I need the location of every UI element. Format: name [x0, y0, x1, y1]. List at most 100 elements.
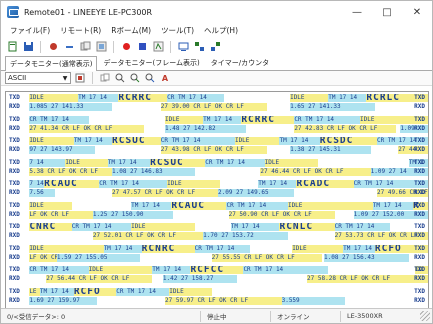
menu-remote[interactable]: リモート(R) — [55, 25, 106, 36]
minimize-button[interactable]: — — [342, 1, 372, 23]
toolbar-separator — [92, 72, 93, 84]
tx-data-segment: IDLE — [29, 137, 74, 145]
rx-data-segment: 27 43.98 CR LF OK CR LF — [160, 146, 267, 154]
tx-data-segment: IDLE — [264, 158, 318, 167]
tx-data-segment: TM 17 14 — [230, 223, 280, 231]
tab-strip: データモニター(通常表示) データモニター(フレーム表示) タイマー/カウンタ — [1, 55, 432, 71]
rx-data-segment: 3.559 — [281, 296, 346, 305]
tx-line-label: TXD — [9, 223, 20, 230]
connect-icon[interactable] — [46, 40, 60, 54]
maximize-button[interactable]: □ — [372, 1, 402, 23]
data-monitor-pane[interactable]: TXD IDLE TM 17 14 RCRRC CR TM 17 14 IDLE TM 17… — [5, 91, 429, 309]
status-state: 停止中 — [201, 310, 271, 322]
tx-data-segment: CR TM 17 14 — [116, 287, 170, 296]
menu-help[interactable]: ヘルプ(H) — [199, 25, 243, 36]
tx-data-segment: IDLE — [131, 223, 195, 231]
tx-data-segment: CR TM 17 14 — [29, 115, 89, 124]
remote-icon[interactable] — [192, 40, 206, 54]
tx-data-segment: RCRRC — [241, 115, 295, 124]
menu-mode[interactable]: Rボーム(M) — [106, 25, 156, 36]
new-file-icon[interactable] — [5, 40, 19, 54]
rx-line-label: RXD — [9, 103, 20, 110]
tx-data-segment: 7 14 — [29, 158, 66, 167]
rx-data-segment: 27 52.01 CR LF OK CR LF — [92, 232, 204, 240]
tx-line-label-right: TXD — [414, 137, 425, 144]
rx-line-label: RXD — [9, 167, 20, 175]
save-icon[interactable] — [21, 40, 35, 54]
record-icon[interactable] — [119, 40, 133, 54]
tx-data-segment: RCSUC — [112, 137, 161, 145]
tab-monitor-normal[interactable]: データモニター(通常表示) — [5, 56, 98, 71]
tx-data-segment: RCAUC — [44, 180, 100, 188]
rx-data-segment: 1.59 27 155.05 — [56, 253, 140, 262]
menu-file[interactable]: ファイル(F) — [5, 25, 55, 36]
tx-line-label: TXD — [9, 137, 20, 144]
search-prev-icon[interactable] — [144, 72, 156, 84]
rx-line-label: RXD — [9, 232, 20, 239]
settings-icon[interactable] — [94, 40, 108, 54]
chevron-down-icon: ▼ — [62, 74, 68, 82]
main-toolbar — [1, 38, 432, 55]
window-title: Remote01 - LINEEYE LE-PC300R — [24, 7, 153, 17]
tx-data-segment: LE — [29, 287, 40, 296]
tab-monitor-frame[interactable]: データモニター(フレーム表示) — [98, 55, 204, 70]
tx-data-segment: CR TM 17 14 — [29, 266, 89, 274]
tx-data-segment: CR TM 17 14 — [71, 223, 132, 231]
tx-line-label-right: TXD — [414, 201, 425, 209]
search-icon[interactable] — [114, 72, 126, 84]
tx-data-segment: IDLE — [29, 201, 72, 210]
rx-line-label: RXD — [9, 146, 20, 153]
tx-line-label: TXD — [9, 201, 20, 209]
status-connection: オンライン — [271, 310, 341, 322]
tx-data-segment: TM 17 14 — [372, 201, 414, 210]
rx-line-label: RXD — [9, 253, 20, 261]
monitor-icon[interactable] — [176, 40, 190, 54]
rx-line-label: RXD — [9, 275, 20, 282]
rx-data-segment: 27 39.00 CR LF OK CR LF — [160, 103, 267, 111]
tx-data-segment: TM 17 14 — [103, 244, 142, 253]
tx-data-segment: RCFCC — [190, 266, 244, 274]
rx-data-segment: 27 55.55 CR LF OK CR LF — [211, 253, 322, 262]
resize-grip-icon[interactable] — [420, 311, 430, 321]
rx-line-label-right: RXD — [414, 232, 425, 239]
disconnect-icon[interactable] — [62, 40, 76, 54]
monitor-toolbar: ASCII ▼ A — [1, 71, 432, 86]
tx-data-segment: RCNRC — [141, 244, 195, 253]
tx-line-label: TXD — [9, 266, 20, 273]
tx-data-segment: RCSDC — [319, 137, 377, 145]
copy-icon[interactable] — [78, 40, 92, 54]
display-settings-icon[interactable] — [74, 72, 86, 84]
encoding-select[interactable]: ASCII ▼ — [5, 72, 71, 84]
tx-data-segment: IDLE — [29, 244, 104, 253]
tab-timer-counter[interactable]: タイマー/カウンタ — [206, 55, 274, 70]
tx-data-segment: IDLE — [165, 115, 204, 124]
tx-data-segment: IDLE — [234, 137, 280, 145]
tx-data-segment: TM 17 14 — [279, 137, 320, 145]
tx-data-segment: CR TM 17 14 — [226, 201, 288, 210]
network-icon[interactable] — [208, 40, 222, 54]
stop-icon[interactable] — [135, 40, 149, 54]
tx-data-segment: RCFO — [73, 287, 117, 296]
copy-data-icon[interactable] — [99, 72, 111, 84]
rx-data-segment: 1.70 27 153.72 — [203, 232, 288, 240]
font-icon[interactable]: A — [159, 72, 171, 84]
rx-line-label-right: RXD — [414, 167, 425, 175]
rx-data-segment: 27 59.97 CR LF OK CR LF — [165, 296, 282, 305]
rx-line-label-right: RXD — [414, 146, 425, 153]
menu-tools[interactable]: ツール(T) — [156, 25, 199, 36]
rx-line-label: RXD — [9, 124, 20, 132]
rx-line-label-right: RXD — [414, 189, 425, 196]
close-button[interactable]: ✕ — [402, 1, 432, 23]
menu-bar: ファイル(F) リモート(R) Rボーム(M) ツール(T) ヘルプ(H) — [1, 23, 432, 38]
app-icon — [7, 6, 19, 18]
tx-data-segment: IDLE — [65, 158, 108, 167]
rx-data-segment: 1.65 27 141.33 — [290, 103, 375, 111]
rx-data-segment: 27 46.44 CR LF OK CR LF — [260, 167, 371, 176]
tx-data-segment: TM 17 14 — [258, 180, 297, 188]
search-next-icon[interactable] — [129, 72, 141, 84]
tx-data-segment: TM 17 14 — [203, 115, 242, 124]
tx-data-segment: CR TM 17 14 — [99, 180, 168, 188]
trigger-icon[interactable] — [151, 40, 165, 54]
rx-line-label: RXD — [9, 189, 20, 196]
rx-data-segment: 5.38 CR LF OK CR LF — [29, 167, 112, 176]
